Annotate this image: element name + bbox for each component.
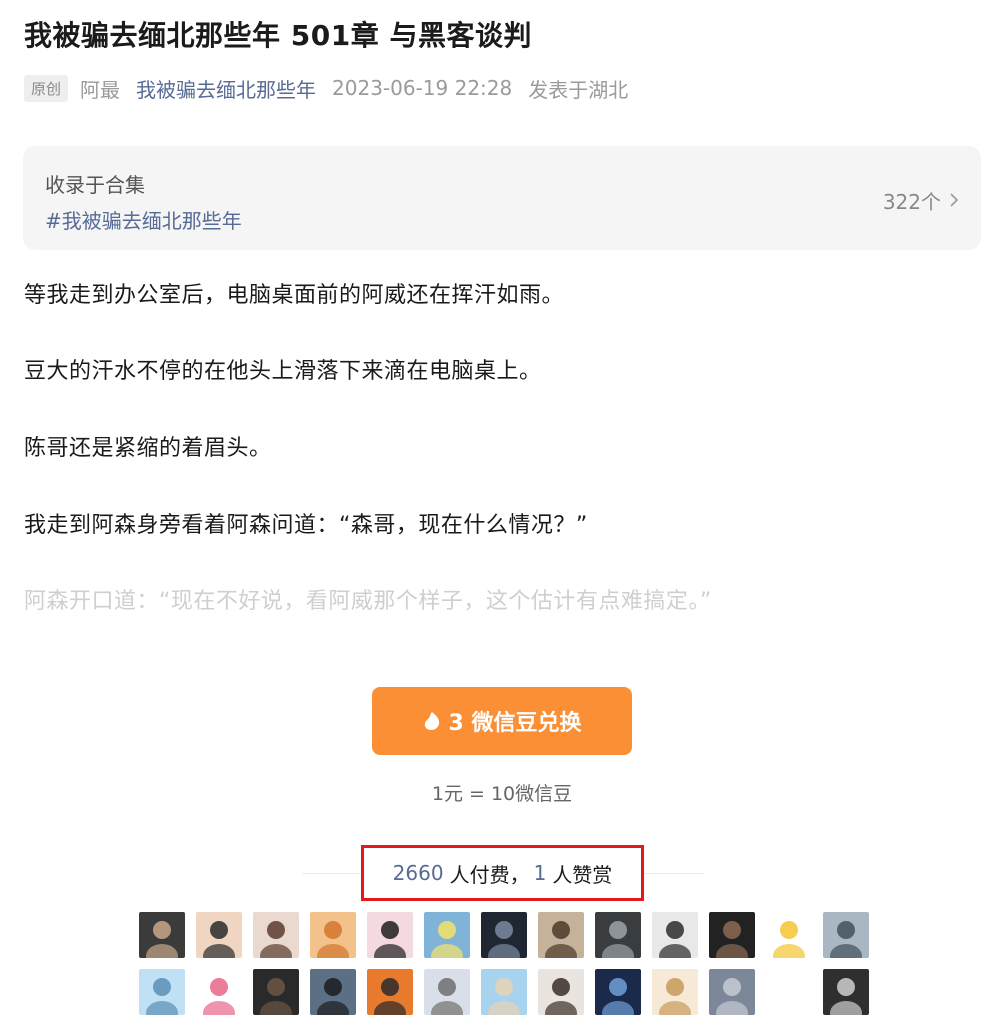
redeem-button-label: 3 微信豆兑换 — [448, 711, 582, 736]
avatar — [766, 969, 812, 1015]
avatar[interactable] — [481, 969, 527, 1015]
avatar-image — [203, 921, 235, 958]
avatar[interactable] — [139, 969, 185, 1015]
avatar-image — [146, 978, 178, 1015]
paragraph: 等我走到办公室后，电脑桌面前的阿威还在挥汗如雨。 — [24, 283, 565, 308]
avatar-row — [139, 969, 879, 1015]
avatar[interactable] — [652, 969, 698, 1015]
avatar[interactable] — [595, 969, 641, 1015]
avatar-image — [830, 921, 862, 958]
chevron-right-icon — [949, 189, 959, 213]
avatar-image — [431, 921, 463, 958]
avatar-image — [488, 978, 520, 1015]
avatar-image — [146, 921, 178, 958]
avatar[interactable] — [481, 912, 527, 958]
paid-label: 人付费， — [449, 862, 530, 887]
paragraph-faded: 阿森开口道：“现在不好说，看阿威那个样子，这个估计有点难搞定。” — [24, 589, 712, 614]
paragraph: 豆大的汗水不停的在他头上滑落下来滴在电脑桌上。 — [24, 359, 542, 384]
avatar-image — [488, 921, 520, 958]
avatar-image — [716, 978, 748, 1015]
article-title: 我被骗去缅北那些年 501章 与黑客谈判 — [24, 19, 532, 52]
paragraph: 我走到阿森身旁看着阿森问道：“森哥，现在什么情况？” — [24, 513, 588, 538]
wechat-bean-icon — [423, 711, 441, 731]
avatar-image — [431, 978, 463, 1015]
avatar-image — [545, 921, 577, 958]
reward-label: 人赞赏 — [552, 862, 613, 887]
collection-tag[interactable]: #我被骗去缅北那些年 — [45, 205, 242, 234]
avatar[interactable] — [538, 912, 584, 958]
publish-location: 发表于湖北 — [528, 77, 629, 102]
payment-stats: 2660 人付费， 1 人赞赏 — [361, 845, 644, 901]
avatar-row — [139, 912, 879, 958]
author-name[interactable]: 阿最 — [80, 74, 120, 103]
collection-count-text: 322个 — [882, 190, 941, 214]
exchange-rate: 1元 = 10微信豆 — [431, 783, 573, 805]
article-meta: 原创 阿最 我被骗去缅北那些年 2023-06-19 22:28 发表于湖北 — [24, 74, 628, 102]
avatar[interactable] — [766, 912, 812, 958]
paragraph: 陈哥还是紧缩的着眉头。 — [24, 436, 272, 461]
avatar[interactable] — [196, 912, 242, 958]
avatar[interactable] — [823, 912, 869, 958]
avatar[interactable] — [310, 969, 356, 1015]
avatar[interactable] — [652, 912, 698, 958]
avatar-image — [659, 978, 691, 1015]
avatar-image — [260, 921, 292, 958]
avatar[interactable] — [709, 912, 755, 958]
avatar[interactable] — [253, 969, 299, 1015]
avatar-image — [203, 978, 235, 1015]
avatar-image — [374, 921, 406, 958]
avatar[interactable] — [139, 912, 185, 958]
collection-card[interactable]: 收录于合集 #我被骗去缅北那些年 322个 — [23, 146, 981, 250]
avatar[interactable] — [196, 969, 242, 1015]
avatar-image — [716, 921, 748, 958]
avatar[interactable] — [310, 912, 356, 958]
avatar-image — [659, 921, 691, 958]
avatar-image — [317, 921, 349, 958]
avatar-image — [545, 978, 577, 1015]
avatar[interactable] — [538, 969, 584, 1015]
avatar-image — [773, 921, 805, 958]
avatar[interactable] — [367, 969, 413, 1015]
collection-label: 收录于合集 — [45, 173, 145, 197]
avatar-image — [317, 978, 349, 1015]
avatar[interactable] — [823, 969, 869, 1015]
account-link[interactable]: 我被骗去缅北那些年 — [136, 74, 316, 103]
avatar[interactable] — [367, 912, 413, 958]
avatar[interactable] — [253, 912, 299, 958]
paid-count: 2660 — [392, 861, 444, 885]
avatar-image — [602, 978, 634, 1015]
avatar[interactable] — [709, 969, 755, 1015]
avatar[interactable] — [595, 912, 641, 958]
avatar-image — [602, 921, 634, 958]
avatar[interactable] — [424, 969, 470, 1015]
redeem-button[interactable]: 3 微信豆兑换 — [372, 687, 632, 755]
avatar-image — [260, 978, 292, 1015]
reward-count: 1 — [533, 861, 547, 885]
original-badge: 原创 — [24, 74, 69, 102]
supporter-avatars — [139, 912, 879, 1024]
avatar-image — [374, 978, 406, 1015]
collection-count[interactable]: 322个 — [883, 186, 959, 215]
publish-time: 2023-06-19 22:28 — [332, 76, 513, 100]
avatar-image — [830, 978, 862, 1015]
avatar[interactable] — [424, 912, 470, 958]
